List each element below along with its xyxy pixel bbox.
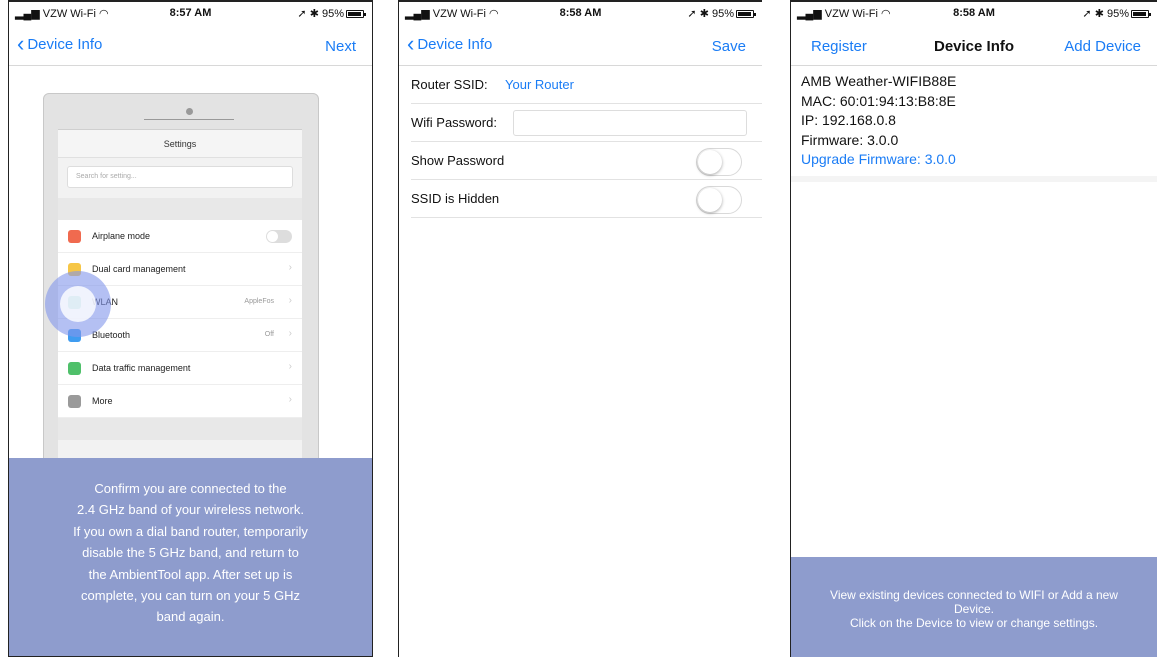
- ssid-hidden-toggle[interactable]: [696, 186, 742, 214]
- screen-connect-instructions: ▂▄▆ VZW Wi-Fi ◠ 8:57 AM ➚ ✱ 95% ‹ Device …: [8, 0, 373, 657]
- screen-wifi-settings: ▂▄▆ VZW Wi-Fi ◠ 8:58 AM ➚ ✱ 95% ‹ Device …: [398, 0, 762, 657]
- illustration-search-field: Search for setting...: [67, 166, 293, 188]
- wlan-highlight-circle: [45, 271, 111, 337]
- phone-camera-dot: [186, 108, 193, 115]
- router-ssid-label: Router SSID:: [411, 77, 488, 92]
- battery-icon: [1131, 10, 1151, 18]
- upgrade-firmware-link[interactable]: Upgrade Firmware: 3.0.0: [801, 150, 1157, 170]
- illustration-settings-title: Settings: [58, 130, 302, 158]
- phone-speaker: [144, 119, 234, 120]
- chevron-right-icon: ›: [288, 361, 292, 372]
- chevron-right-icon: ›: [288, 295, 292, 306]
- navigation-bar: Register Device Info Add Device: [791, 28, 1157, 66]
- show-password-toggle[interactable]: [696, 148, 742, 176]
- navigation-bar: ‹ Device Info Save: [399, 28, 762, 66]
- battery-icon: [346, 10, 366, 18]
- chevron-right-icon: ›: [288, 262, 292, 273]
- device-ip: IP: 192.168.0.8: [801, 112, 896, 128]
- airplane-icon: [68, 230, 81, 243]
- battery-percent: 95%: [321, 8, 344, 20]
- save-button[interactable]: Save: [712, 38, 746, 55]
- illustration-row-more: More ›: [58, 385, 302, 418]
- show-password-row: Show Password: [411, 142, 762, 180]
- screen-device-info: ▂▄▆ VZW Wi-Fi ◠ 8:58 AM ➚ ✱ 95% Register…: [790, 0, 1157, 657]
- help-text-line-1: View existing devices connected to WIFI …: [830, 588, 1118, 616]
- show-password-label: Show Password: [411, 153, 505, 168]
- wifi-password-input[interactable]: [513, 110, 747, 136]
- chevron-right-icon: ›: [288, 328, 292, 339]
- location-icon: ➚: [687, 8, 697, 20]
- wifi-password-row: Wifi Password:: [411, 104, 762, 142]
- wifi-password-label: Wifi Password:: [411, 115, 497, 130]
- location-icon: ➚: [297, 8, 307, 20]
- ssid-hidden-row: SSID is Hidden: [411, 180, 762, 218]
- help-text-line-2: Click on the Device to view or change se…: [849, 616, 1099, 630]
- back-button[interactable]: ‹ Device Info: [407, 33, 492, 55]
- next-button[interactable]: Next: [325, 38, 356, 55]
- ssid-hidden-label: SSID is Hidden: [411, 191, 500, 206]
- router-ssid-value[interactable]: Your Router: [505, 77, 574, 92]
- router-ssid-row: Router SSID: Your Router: [411, 66, 762, 104]
- help-footer: View existing devices connected to WIFI …: [791, 557, 1157, 657]
- bluetooth-icon: ✱: [1094, 8, 1104, 20]
- more-icon: [68, 395, 81, 408]
- navigation-bar: ‹ Device Info Next: [9, 28, 372, 66]
- device-name: AMB Weather-WIFIB88E: [801, 73, 957, 89]
- location-icon: ➚: [1082, 8, 1092, 20]
- airplane-toggle: [266, 230, 292, 243]
- chevron-left-icon: ‹: [17, 31, 25, 56]
- illustration-row-data-traffic: Data traffic management ›: [58, 352, 302, 385]
- device-mac: MAC: 60:01:94:13:B8:8E: [801, 92, 956, 109]
- status-bar: ▂▄▆ VZW Wi-Fi ◠ 8:58 AM ➚ ✱ 95%: [791, 2, 1157, 28]
- device-list-item[interactable]: AMB Weather-WIFIB88E MAC: 60:01:94:13:B8…: [791, 66, 1157, 182]
- device-firmware: Firmware: 3.0.0: [801, 131, 899, 148]
- battery-icon: [736, 10, 756, 18]
- illustration-row-airplane: Airplane mode: [58, 220, 302, 253]
- status-bar: ▂▄▆ VZW Wi-Fi ◠ 8:58 AM ➚ ✱ 95%: [399, 2, 762, 28]
- battery-percent: 95%: [1106, 8, 1129, 20]
- chevron-right-icon: ›: [288, 394, 292, 405]
- status-bar: ▂▄▆ VZW Wi-Fi ◠ 8:57 AM ➚ ✱ 95%: [9, 2, 372, 28]
- battery-percent: 95%: [711, 8, 734, 20]
- bluetooth-icon: ✱: [699, 8, 709, 20]
- data-traffic-icon: [68, 362, 81, 375]
- instructions-panel: Confirm you are connected to the 2.4 GHz…: [9, 458, 372, 656]
- chevron-left-icon: ‹: [407, 31, 415, 56]
- add-device-button[interactable]: Add Device: [1064, 38, 1141, 55]
- bluetooth-icon: ✱: [309, 8, 319, 20]
- back-button[interactable]: ‹ Device Info: [17, 33, 102, 55]
